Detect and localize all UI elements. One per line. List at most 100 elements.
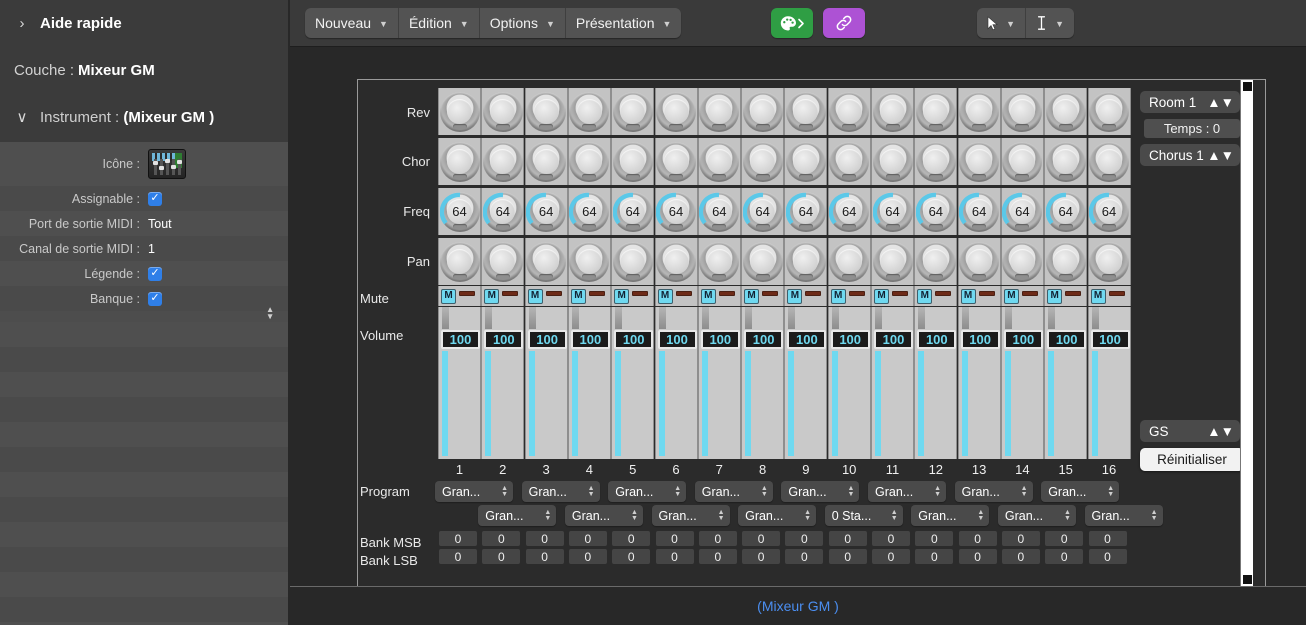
- volume-fader-10[interactable]: 100: [828, 307, 871, 459]
- freq-14-knob[interactable]: 64: [1002, 192, 1042, 232]
- volume-fader-16[interactable]: 100: [1088, 307, 1131, 459]
- volume-fader-5[interactable]: 100: [611, 307, 654, 459]
- volume-fader-9[interactable]: 100: [784, 307, 827, 459]
- mute-button-9[interactable]: M: [787, 289, 802, 304]
- volume-fader-12[interactable]: 100: [914, 307, 957, 459]
- chevron-down-icon[interactable]: ▼: [1055, 20, 1064, 29]
- mute-button-11[interactable]: M: [874, 289, 889, 304]
- bank-lsb-field-8[interactable]: 0: [742, 549, 780, 564]
- program-popup-12[interactable]: Gran...▲▼: [911, 505, 989, 526]
- bank-lsb-field-2[interactable]: 0: [482, 549, 520, 564]
- mute-button-10[interactable]: M: [831, 289, 846, 304]
- rev-12-knob[interactable]: [916, 92, 956, 132]
- bank-lsb-field-9[interactable]: 0: [785, 549, 823, 564]
- freq-5-knob[interactable]: 64: [613, 192, 653, 232]
- program-stepper-icon-11[interactable]: ▲▼: [934, 486, 941, 498]
- fader-handle-icon-9[interactable]: [788, 307, 795, 329]
- freq-9-knob[interactable]: 64: [786, 192, 826, 232]
- mute-button-5[interactable]: M: [614, 289, 629, 304]
- mute-button-15[interactable]: M: [1047, 289, 1062, 304]
- fader-handle-icon-1[interactable]: [442, 307, 449, 329]
- pan-14-knob[interactable]: [1002, 242, 1042, 282]
- rev-7-knob[interactable]: [699, 92, 739, 132]
- volume-fader-1[interactable]: 100: [438, 307, 481, 459]
- bank-msb-field-10[interactable]: 0: [829, 531, 867, 546]
- freq-11-knob[interactable]: 64: [873, 192, 913, 232]
- chor-11-knob[interactable]: [873, 142, 913, 182]
- bank-lsb-field-16[interactable]: 0: [1089, 549, 1127, 564]
- fader-handle-icon-15[interactable]: [1048, 307, 1055, 329]
- fader-handle-icon-13[interactable]: [962, 307, 969, 329]
- program-stepper-icon-15[interactable]: ▲▼: [1107, 486, 1114, 498]
- pan-15-knob[interactable]: [1046, 242, 1086, 282]
- volume-fader-6[interactable]: 100: [655, 307, 698, 459]
- chor-15-knob[interactable]: [1046, 142, 1086, 182]
- rev-6-knob[interactable]: [656, 92, 696, 132]
- program-stepper-icon-2[interactable]: ▲▼: [544, 510, 551, 522]
- chor-10-knob[interactable]: [829, 142, 869, 182]
- freq-6-knob[interactable]: 64: [656, 192, 696, 232]
- legend-checkbox[interactable]: ✓: [148, 267, 162, 281]
- freq-10-knob[interactable]: 64: [829, 192, 869, 232]
- menu-edition[interactable]: Édition ▼: [399, 8, 480, 38]
- property-row-midi-port[interactable]: Port de sortie MIDI : Tout ▲▼: [0, 211, 288, 236]
- bank-lsb-field-11[interactable]: 0: [872, 549, 910, 564]
- chor-3-knob[interactable]: [526, 142, 566, 182]
- layer-row[interactable]: Couche : Mixeur GM: [0, 48, 288, 94]
- rev-4-knob[interactable]: [569, 92, 609, 132]
- bank-msb-field-11[interactable]: 0: [872, 531, 910, 546]
- bank-msb-field-6[interactable]: 0: [656, 531, 694, 546]
- chor-12-knob[interactable]: [916, 142, 956, 182]
- program-popup-3[interactable]: Gran...▲▼: [522, 481, 600, 502]
- rev-14-knob[interactable]: [1002, 92, 1042, 132]
- mute-button-7[interactable]: M: [701, 289, 716, 304]
- bank-msb-field-4[interactable]: 0: [569, 531, 607, 546]
- reset-button[interactable]: Réinitialiser: [1140, 448, 1244, 471]
- chor-6-knob[interactable]: [656, 142, 696, 182]
- pan-1-knob[interactable]: [440, 242, 480, 282]
- pan-16-knob[interactable]: [1089, 242, 1129, 282]
- pan-5-knob[interactable]: [613, 242, 653, 282]
- fader-handle-icon-16[interactable]: [1092, 307, 1099, 329]
- program-popup-8[interactable]: Gran...▲▼: [738, 505, 816, 526]
- freq-1-knob[interactable]: 64: [440, 192, 480, 232]
- mute-button-8[interactable]: M: [744, 289, 759, 304]
- rev-11-knob[interactable]: [873, 92, 913, 132]
- freq-15-knob[interactable]: 64: [1046, 192, 1086, 232]
- bank-lsb-field-4[interactable]: 0: [569, 549, 607, 564]
- stepper-icon[interactable]: ▲▼: [1207, 424, 1234, 439]
- fader-handle-icon-7[interactable]: [702, 307, 709, 329]
- fader-handle-icon-10[interactable]: [832, 307, 839, 329]
- bank-msb-field-7[interactable]: 0: [699, 531, 737, 546]
- program-popup-6[interactable]: Gran...▲▼: [652, 505, 730, 526]
- program-stepper-icon-14[interactable]: ▲▼: [1064, 510, 1071, 522]
- fader-handle-icon-2[interactable]: [485, 307, 492, 329]
- freq-2-knob[interactable]: 64: [483, 192, 523, 232]
- bank-lsb-field-1[interactable]: 0: [439, 549, 477, 564]
- quick-help-header[interactable]: › Aide rapide: [0, 0, 288, 48]
- stepper-icon[interactable]: ▲▼: [1207, 95, 1234, 110]
- pan-2-knob[interactable]: [483, 242, 523, 282]
- midi-channel-stepper-icon[interactable]: ▲▼: [266, 306, 274, 320]
- instrument-header[interactable]: ∨ Instrument : (Mixeur GM ): [0, 94, 288, 142]
- program-stepper-icon-3[interactable]: ▲▼: [588, 486, 595, 498]
- volume-fader-7[interactable]: 100: [698, 307, 741, 459]
- bank-msb-field-8[interactable]: 0: [742, 531, 780, 546]
- pan-10-knob[interactable]: [829, 242, 869, 282]
- volume-fader-3[interactable]: 100: [525, 307, 568, 459]
- chor-8-knob[interactable]: [743, 142, 783, 182]
- program-stepper-icon-9[interactable]: ▲▼: [847, 486, 854, 498]
- bank-lsb-field-5[interactable]: 0: [612, 549, 650, 564]
- fader-handle-icon-11[interactable]: [875, 307, 882, 329]
- pan-3-knob[interactable]: [526, 242, 566, 282]
- chevron-down-icon[interactable]: ▼: [662, 20, 671, 29]
- bank-msb-field-5[interactable]: 0: [612, 531, 650, 546]
- reverb-time-field[interactable]: Temps : 0: [1144, 119, 1240, 138]
- rev-10-knob[interactable]: [829, 92, 869, 132]
- fader-handle-icon-12[interactable]: [918, 307, 925, 329]
- program-stepper-icon-5[interactable]: ▲▼: [674, 486, 681, 498]
- chor-16-knob[interactable]: [1089, 142, 1129, 182]
- link-button[interactable]: [823, 8, 865, 38]
- rev-8-knob[interactable]: [743, 92, 783, 132]
- volume-fader-4[interactable]: 100: [568, 307, 611, 459]
